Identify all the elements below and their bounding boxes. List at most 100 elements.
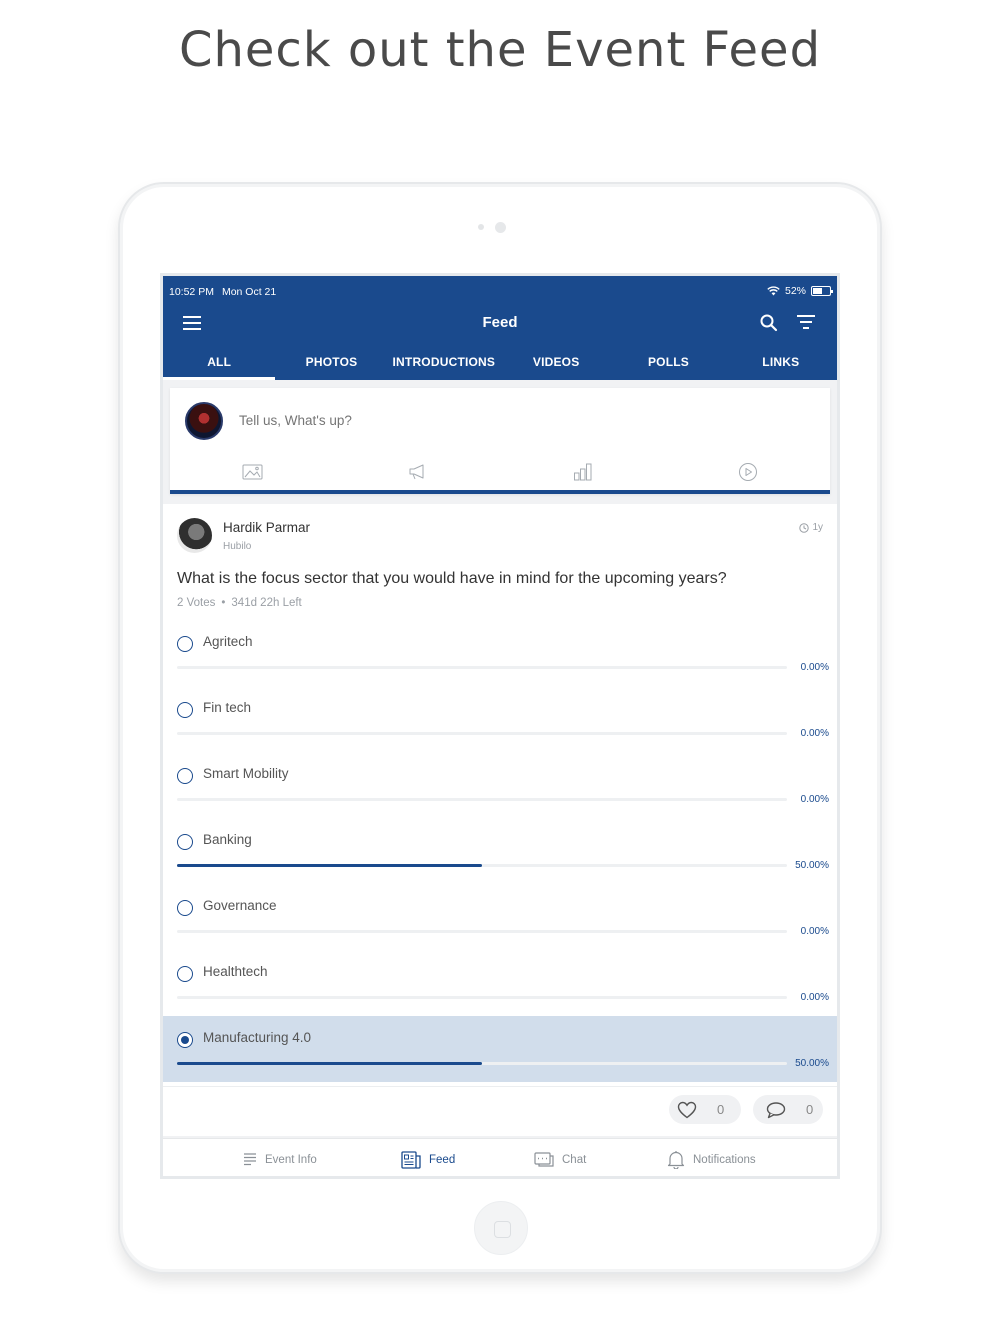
bell-icon [667, 1151, 685, 1169]
poll-option-percent: 0.00% [800, 728, 829, 739]
poll-option-percent: 0.00% [800, 992, 829, 1003]
tab-videos[interactable]: VIDEOS [500, 349, 612, 380]
wifi-icon [767, 286, 780, 296]
poll-option-label: Agritech [203, 634, 253, 649]
poll-options: Agritech 0.00% Fin tech 0.00% Smart Mobility… [163, 620, 837, 1082]
poll-option[interactable]: Fin tech 0.00% [163, 686, 837, 752]
post-composer [170, 388, 830, 494]
comment-count: 0 [806, 1102, 814, 1117]
megaphone-icon [409, 464, 423, 480]
battery-percent: 52% [784, 285, 806, 297]
comment-button[interactable]: 0 [753, 1095, 823, 1124]
radio-button[interactable] [177, 636, 193, 652]
status-bar: 10:52 PM Mon Oct 21 [169, 286, 276, 298]
clock-icon [799, 522, 810, 533]
poll-option-percent: 50.00% [795, 860, 829, 871]
poll-option-label: Manufacturing 4.0 [203, 1030, 312, 1045]
poll-option[interactable]: Manufacturing 4.0 50.00% [163, 1016, 837, 1082]
page-title: Feed [482, 314, 518, 331]
nav-notifications-label: Notifications [693, 1153, 756, 1166]
radio-button[interactable] [177, 768, 193, 784]
poll-option-label: Governance [203, 898, 277, 913]
poll-progress-bar [177, 732, 787, 735]
poll-progress-bar [177, 930, 787, 933]
poll-option-percent: 0.00% [800, 794, 829, 805]
play-circle-icon [738, 463, 757, 481]
poll-progress-bar [177, 798, 787, 801]
page-headline: Check out the Event Feed [178, 22, 822, 78]
nav-feed[interactable]: Feed [401, 1139, 456, 1176]
chat-icon [534, 1151, 554, 1167]
poll-option-percent: 0.00% [800, 662, 829, 673]
tab-all[interactable]: ALL [163, 349, 276, 380]
nav-notifications[interactable]: Notifications [667, 1139, 756, 1176]
post-actions: 0 0 [163, 1086, 837, 1136]
poll-option-percent: 50.00% [795, 1058, 829, 1069]
like-count: 0 [717, 1102, 725, 1117]
battery-icon [811, 286, 833, 296]
bottom-navigation: Event Info Feed Chat Notifications [163, 1138, 837, 1176]
nav-event-info[interactable]: Event Info [243, 1139, 317, 1176]
status-time: 10:52 PM [169, 286, 214, 298]
poll-option[interactable]: Smart Mobility 0.00% [163, 752, 837, 818]
radio-button[interactable] [177, 966, 193, 982]
poll-option[interactable]: Agritech 0.00% [163, 620, 837, 686]
radio-button[interactable] [177, 1032, 193, 1048]
app-screen: 10:52 PM Mon Oct 21 52% Feed ALL PHOTOS I… [160, 273, 840, 1179]
poll-option[interactable]: Banking 50.00% [163, 818, 837, 884]
user-avatar[interactable] [185, 402, 223, 440]
poll-post: Hardik Parmar Hubilo 1y What is the focu… [163, 504, 837, 1136]
status-date: Mon Oct 21 [221, 286, 277, 298]
poll-progress-bar [177, 1062, 787, 1065]
add-video-button[interactable] [665, 458, 830, 486]
bar-chart-icon [573, 463, 591, 481]
camera-lens [495, 222, 506, 233]
filter-icon[interactable] [797, 315, 815, 329]
tab-links[interactable]: LINKS [725, 349, 837, 380]
post-time: 1y [799, 522, 823, 533]
composer-actions [170, 458, 830, 486]
poll-option-percent: 0.00% [800, 926, 829, 937]
home-button[interactable] [474, 1201, 528, 1255]
tab-photos[interactable]: PHOTOS [275, 349, 387, 380]
poll-progress-fill [177, 1062, 482, 1065]
radio-button[interactable] [177, 702, 193, 718]
radio-button[interactable] [177, 900, 193, 916]
poll-option[interactable]: Healthtech 0.00% [163, 950, 837, 1016]
app-header: 10:52 PM Mon Oct 21 52% Feed ALL PHOTOS I… [163, 276, 837, 380]
nav-feed-label: Feed [429, 1153, 456, 1166]
poll-progress-bar [177, 864, 787, 867]
poll-option-label: Smart Mobility [203, 766, 289, 781]
add-poll-button[interactable] [500, 458, 665, 486]
nav-chat[interactable]: Chat [534, 1139, 587, 1176]
poll-progress-bar [177, 666, 787, 669]
comment-icon [766, 1101, 786, 1118]
nav-chat-label: Chat [562, 1153, 587, 1166]
tab-polls[interactable]: POLLS [612, 349, 724, 380]
poll-option-label: Fin tech [203, 700, 252, 715]
heart-icon [677, 1101, 697, 1118]
poll-option-label: Healthtech [203, 964, 268, 979]
tab-introductions[interactable]: INTRODUCTIONS [388, 349, 500, 380]
time-left: 341d 22h Left [231, 597, 302, 609]
like-button[interactable]: 0 [669, 1095, 741, 1124]
poll-option-label: Banking [203, 832, 252, 847]
status-input[interactable] [239, 413, 639, 428]
search-icon[interactable] [759, 313, 779, 333]
radio-button[interactable] [177, 834, 193, 850]
nav-event-info-label: Event Info [265, 1153, 317, 1166]
list-icon [244, 1152, 256, 1165]
add-photo-button[interactable] [170, 458, 335, 486]
feed-icon [401, 1150, 421, 1169]
poll-progress-bar [177, 996, 787, 999]
add-announcement-button[interactable] [335, 458, 500, 486]
post-time-text: 1y [812, 522, 823, 533]
camera-dot [478, 224, 484, 230]
vote-count: 2 Votes [177, 597, 216, 609]
image-icon [242, 464, 263, 480]
poll-option[interactable]: Governance 0.00% [163, 884, 837, 950]
author-name[interactable]: Hardik Parmar [223, 520, 310, 535]
author-avatar[interactable] [177, 518, 212, 553]
author-organization: Hubilo [223, 541, 252, 552]
poll-progress-fill [177, 864, 482, 867]
